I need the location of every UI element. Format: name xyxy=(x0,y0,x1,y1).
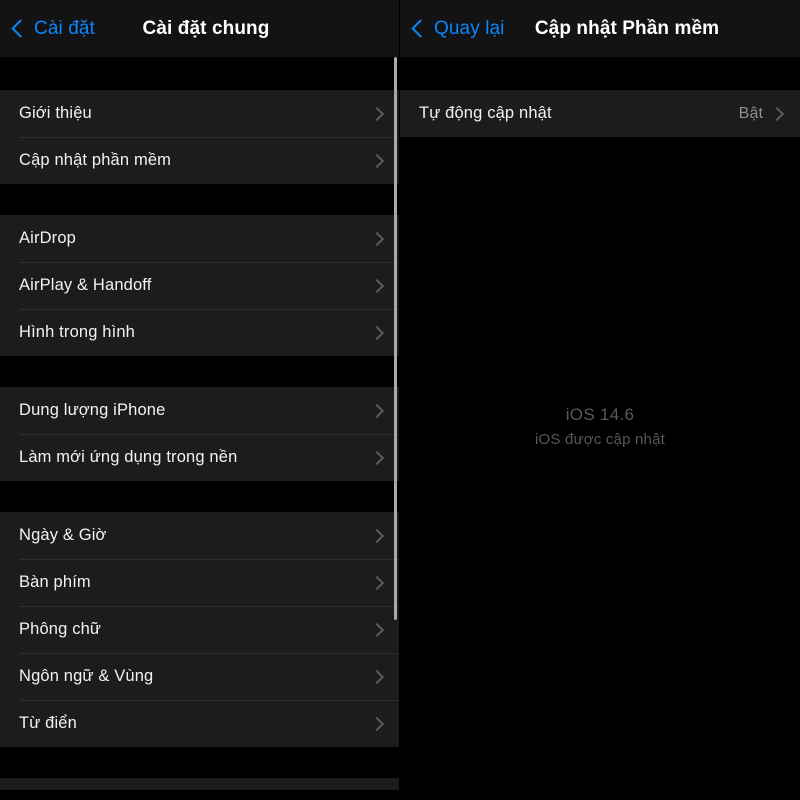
list-item-accessory: Bật xyxy=(739,105,786,123)
right-navbar: Quay lại Cập nhật Phần mềm xyxy=(400,0,800,57)
list-item-airdrop[interactable]: AirDrop xyxy=(0,215,400,262)
general-settings-panel: Cài đặt Cài đặt chung Giới thiệu Cập nhậ… xyxy=(0,0,400,800)
list-item-about[interactable]: Giới thiệu xyxy=(0,90,400,137)
chevron-right-icon xyxy=(369,278,385,293)
list-item-date-time[interactable]: Ngày & Giờ xyxy=(0,512,400,559)
list-item-accessory xyxy=(369,403,386,418)
chevron-right-icon xyxy=(369,575,385,590)
list-item-automatic-updates[interactable]: Tự động cập nhật Bật xyxy=(400,90,800,137)
settings-group-localization: Ngày & Giờ Bàn phím Phông chữ Ngôn ngữ &… xyxy=(0,512,400,747)
app-screen: Cài đặt Cài đặt chung Giới thiệu Cập nhậ… xyxy=(0,0,800,800)
chevron-right-icon xyxy=(369,153,385,168)
software-update-content: Tự động cập nhật Bật iOS 14.6 iOS được c… xyxy=(400,57,800,800)
chevron-right-icon xyxy=(369,106,385,121)
panel-divider xyxy=(399,0,400,800)
chevron-right-icon xyxy=(369,669,385,684)
list-item-accessory xyxy=(369,278,386,293)
back-button-label: Quay lại xyxy=(434,17,505,39)
back-button[interactable]: Quay lại xyxy=(411,0,505,57)
chevron-left-icon xyxy=(411,18,430,38)
chevron-right-icon xyxy=(369,528,385,543)
list-item-accessory xyxy=(369,528,386,543)
list-item-label: Bàn phím xyxy=(19,573,91,591)
list-item-accessory xyxy=(369,325,386,340)
list-item-accessory xyxy=(369,622,386,637)
list-scrollbar[interactable] xyxy=(394,57,397,800)
group-gap xyxy=(0,481,400,512)
general-settings-list[interactable]: Giới thiệu Cập nhật phần mềm AirDrop Air… xyxy=(0,57,400,800)
chevron-right-icon xyxy=(369,325,385,340)
chevron-right-icon xyxy=(769,106,785,121)
list-item-software-update[interactable]: Cập nhật phần mềm xyxy=(0,137,400,184)
settings-group-info: Giới thiệu Cập nhật phần mềm xyxy=(0,90,400,184)
settings-group-auto-update: Tự động cập nhật Bật xyxy=(400,90,800,137)
list-item-dictionary[interactable]: Từ điển xyxy=(0,700,400,747)
list-item-accessory xyxy=(369,106,386,121)
list-item-label: Hình trong hình xyxy=(19,323,135,341)
chevron-right-icon xyxy=(369,231,385,246)
list-item-label: Làm mới ứng dụng trong nền xyxy=(19,448,238,466)
chevron-right-icon xyxy=(369,450,385,465)
group-gap xyxy=(0,184,400,215)
list-item-label: Tự động cập nhật xyxy=(419,104,552,122)
list-item-label: Ngày & Giờ xyxy=(19,526,107,544)
chevron-right-icon xyxy=(369,403,385,418)
scrollbar-thumb[interactable] xyxy=(394,57,397,620)
ios-version-text: iOS 14.6 xyxy=(565,405,635,424)
back-button-label: Cài đặt xyxy=(34,17,95,39)
list-item-label: Cập nhật phần mềm xyxy=(19,151,172,169)
list-top-gap xyxy=(400,57,800,90)
group-gap xyxy=(0,747,400,778)
list-item-accessory xyxy=(369,450,386,465)
list-item-keyboard[interactable]: Bàn phím xyxy=(0,559,400,606)
settings-group-storage: Dung lượng iPhone Làm mới ứng dụng trong… xyxy=(0,387,400,481)
chevron-right-icon xyxy=(369,716,385,731)
list-item-fonts[interactable]: Phông chữ xyxy=(0,606,400,653)
settings-group-next-partial xyxy=(0,778,400,790)
left-navbar: Cài đặt Cài đặt chung xyxy=(0,0,400,57)
list-item-accessory xyxy=(369,575,386,590)
list-item-label: Giới thiệu xyxy=(19,104,92,122)
list-top-gap xyxy=(0,57,400,90)
list-item-language-region[interactable]: Ngôn ngữ & Vùng xyxy=(0,653,400,700)
chevron-right-icon xyxy=(369,622,385,637)
update-status-block: iOS 14.6 iOS được cập nhật xyxy=(400,402,800,452)
list-item-airplay-handoff[interactable]: AirPlay & Handoff xyxy=(0,262,400,309)
list-item-label: Phông chữ xyxy=(19,620,102,638)
list-item-picture-in-picture[interactable]: Hình trong hình xyxy=(0,309,400,356)
list-item-background-app-refresh[interactable]: Làm mới ứng dụng trong nền xyxy=(0,434,400,481)
list-item-value: Bật xyxy=(738,104,763,122)
list-item-accessory xyxy=(369,669,386,684)
software-update-panel: Quay lại Cập nhật Phần mềm Tự động cập n… xyxy=(400,0,800,800)
group-gap xyxy=(0,356,400,387)
list-item-iphone-storage[interactable]: Dung lượng iPhone xyxy=(0,387,400,434)
ios-update-state-text: iOS được cập nhật xyxy=(534,431,665,448)
list-item-label: AirDrop xyxy=(19,229,76,247)
settings-group-sharing: AirDrop AirPlay & Handoff Hình trong hìn… xyxy=(0,215,400,356)
list-item-label: Dung lượng iPhone xyxy=(19,401,166,419)
back-to-settings-button[interactable]: Cài đặt xyxy=(11,0,95,57)
list-item-label: Từ điển xyxy=(19,714,77,732)
list-item-accessory xyxy=(369,153,386,168)
list-item-label: Ngôn ngữ & Vùng xyxy=(19,667,154,685)
chevron-left-icon xyxy=(11,18,30,38)
list-item-accessory xyxy=(369,716,386,731)
list-item-label: AirPlay & Handoff xyxy=(19,276,152,294)
list-item-accessory xyxy=(369,231,386,246)
